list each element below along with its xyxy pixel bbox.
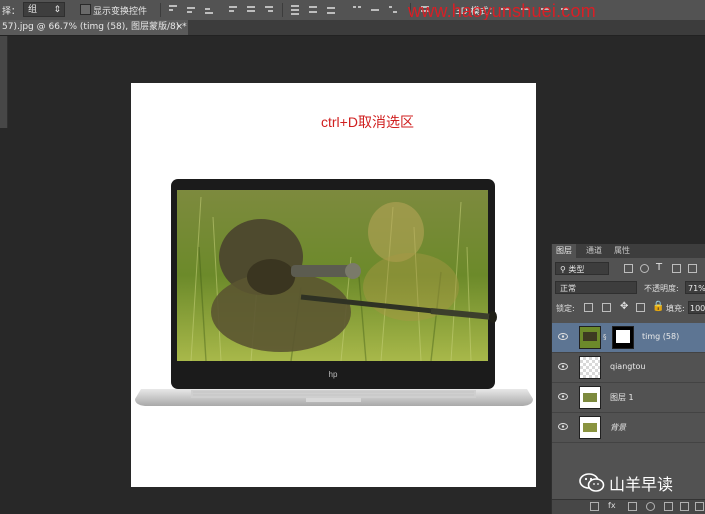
eye-icon[interactable] — [558, 393, 568, 400]
tab-properties[interactable]: 属性 — [610, 244, 634, 258]
filter-smart-object-icon[interactable] — [688, 264, 697, 273]
distribute-bottom-icon[interactable] — [326, 4, 336, 15]
lock-row: 锁定: ✥ 🔒 填充: 100 — [552, 300, 705, 316]
new-layer-icon[interactable] — [680, 502, 689, 511]
lock-image-icon[interactable] — [602, 303, 611, 312]
layer-filter-row: ⚲ 类型 T — [552, 261, 705, 277]
filter-type-icon[interactable]: T — [656, 262, 662, 273]
toolbar-divider — [160, 3, 161, 17]
link-layers-icon[interactable] — [590, 502, 599, 511]
lock-position-icon[interactable]: ✥ — [620, 301, 628, 312]
layer-row-layer-1[interactable]: 图层 1 — [552, 383, 705, 413]
auto-select-dropdown[interactable]: 组 ⇕ — [23, 2, 65, 17]
layer-thumbnail — [579, 416, 601, 439]
eye-icon[interactable] — [558, 423, 568, 430]
layers-panel-footer: fx — [552, 499, 705, 514]
layer-thumbnail — [579, 326, 601, 349]
annotation-text: ctrl+D取消选区 — [321, 114, 414, 130]
layer-name: 图层 1 — [610, 393, 634, 402]
align-hcenter-icon[interactable] — [246, 4, 256, 15]
filter-shape-icon[interactable] — [672, 264, 681, 273]
options-bar: 择： 组 ⇕ 显示变换控件 3D 模式： www.haoyunshuei.com — [0, 0, 705, 21]
auto-select-value: 组 — [28, 5, 38, 15]
align-left-icon[interactable] — [228, 4, 238, 15]
tab-layers[interactable]: 图层 — [552, 244, 576, 258]
document-canvas[interactable]: ctrl+D取消选区 hp — [131, 83, 536, 487]
website-watermark: www.haoyunshuei.com — [408, 1, 596, 21]
new-group-icon[interactable] — [664, 502, 673, 511]
wechat-account-name: 山羊早读 — [609, 475, 674, 494]
eye-icon[interactable] — [558, 333, 568, 340]
auto-select-label: 择： — [2, 7, 21, 17]
distribute-top-icon[interactable] — [290, 4, 300, 15]
lock-label: 锁定: — [556, 304, 575, 313]
rifle-scope — [291, 265, 351, 277]
fx-icon[interactable]: fx — [608, 501, 617, 510]
blend-mode-value: 正常 — [560, 284, 576, 293]
blend-row: 正常 不透明度: 71% — [552, 280, 705, 296]
close-icon[interactable]: × — [175, 20, 183, 35]
document-tab-bar: 57).jpg @ 66.7% (timg (58), 图层蒙版/8) * × — [0, 20, 705, 36]
add-mask-icon[interactable] — [628, 502, 637, 511]
eye-icon[interactable] — [558, 363, 568, 370]
show-transform-label: 显示变换控件 — [93, 7, 148, 17]
tab-channels[interactable]: 通道 — [582, 244, 606, 258]
tools-panel-edge — [0, 36, 8, 128]
opacity-label: 不透明度: — [644, 284, 679, 293]
layer-name: timg (58) — [642, 332, 680, 341]
wechat-icon — [579, 473, 605, 492]
fill-label: 填充: — [666, 304, 685, 313]
laptop-image: hp — [135, 179, 533, 406]
layer-row-background[interactable]: 背景 — [552, 413, 705, 443]
layer-mask-thumbnail[interactable] — [612, 326, 634, 349]
layer-filter-value: 类型 — [568, 265, 585, 274]
filter-adjustment-icon[interactable] — [640, 264, 649, 273]
align-right-icon[interactable] — [264, 4, 274, 15]
filter-pixel-icon[interactable] — [624, 264, 633, 273]
layer-name: qiangtou — [610, 362, 646, 371]
align-top-icon[interactable] — [168, 4, 178, 15]
layer-row-timg[interactable]: § timg (58) — [552, 323, 705, 353]
lock-transparent-icon[interactable] — [584, 303, 593, 312]
document-tab-title: 57).jpg @ 66.7% (timg (58), 图层蒙版/8) * — [2, 22, 187, 32]
layer-thumbnail — [579, 356, 601, 379]
align-vcenter-icon[interactable] — [186, 4, 196, 15]
opacity-field[interactable]: 71% — [685, 281, 705, 294]
toolbar-divider — [282, 3, 283, 17]
distribute-left-icon[interactable] — [352, 4, 362, 15]
show-transform-checkbox[interactable] — [80, 4, 91, 15]
adjustment-layer-icon[interactable] — [646, 502, 655, 511]
panel-tabs: 图层 通道 属性 — [552, 244, 705, 258]
distribute-hcenter-icon[interactable] — [370, 4, 380, 15]
link-icon[interactable]: § — [603, 333, 607, 341]
lock-all-icon[interactable]: 🔒 — [652, 301, 664, 312]
lock-artboard-icon[interactable] — [636, 303, 645, 312]
fill-value: 100 — [690, 304, 705, 313]
hp-logo: hp — [329, 370, 338, 379]
layer-thumbnail — [579, 386, 601, 409]
distribute-right-icon[interactable] — [388, 4, 398, 15]
trash-icon[interactable] — [695, 502, 704, 511]
document-tab[interactable]: 57).jpg @ 66.7% (timg (58), 图层蒙版/8) * × — [0, 20, 188, 35]
blend-mode-dropdown[interactable]: 正常 — [555, 281, 637, 294]
layer-name: 背景 — [610, 423, 626, 432]
chevron-down-icon: ⇕ — [53, 5, 61, 15]
layer-filter-dropdown[interactable]: ⚲ 类型 — [555, 262, 609, 275]
align-bottom-icon[interactable] — [204, 4, 214, 15]
distribute-vcenter-icon[interactable] — [308, 4, 318, 15]
fill-field[interactable]: 100 — [688, 301, 705, 314]
layer-row-qiangtou[interactable]: qiangtou — [552, 353, 705, 383]
opacity-value: 71% — [688, 284, 705, 293]
